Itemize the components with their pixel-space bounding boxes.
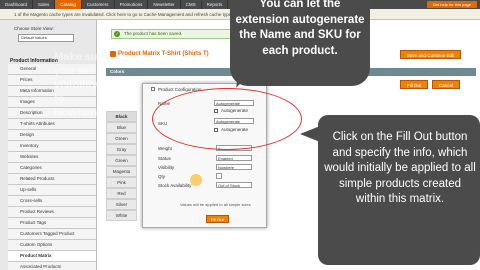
faded-callout: Make sure you set visibility to Nowhere.	[54, 51, 108, 119]
tab-categories[interactable]: Categories	[8, 163, 96, 174]
status-label: Status	[158, 156, 171, 161]
system-message-text: 1 of the Magento cache types are invalid…	[14, 12, 235, 17]
attribute-value[interactable]: White	[106, 210, 137, 221]
page-title: Product Matrix T-Shirt (Shirts T)	[118, 51, 209, 57]
tab-customers-tagged-product[interactable]: Customers Tagged Product	[8, 229, 96, 240]
nav-item-catalog[interactable]: Catalog	[55, 0, 82, 9]
check-icon: ✓	[114, 31, 120, 37]
tab-cross-sells[interactable]: Cross-sells	[8, 196, 96, 207]
top-callout-text: You can let the extension autogenerate t…	[235, 0, 365, 57]
visibility-label: Visibility	[158, 165, 175, 170]
save-continue-button[interactable]: Save and Continue Edit	[400, 50, 462, 59]
attribute-value[interactable]: Red	[106, 188, 137, 199]
cursor-highlight	[190, 174, 202, 186]
tab-custom-options[interactable]: Custom Options	[8, 240, 96, 251]
status-select[interactable]: Enabled	[216, 155, 252, 161]
nav-item-promotions[interactable]: Promotions	[115, 0, 149, 9]
tab-product-reviews[interactable]: Product Reviews	[8, 207, 96, 218]
visibility-select[interactable]: Nowhere	[216, 164, 252, 170]
attribute-value[interactable]: Black	[106, 111, 137, 122]
highlight-circle	[152, 88, 302, 150]
attribute-value[interactable]: Blue	[106, 122, 137, 133]
store-view-label: Choose Store View:	[14, 26, 54, 31]
cancel-button[interactable]: Cancel	[432, 80, 461, 89]
product-icon	[110, 51, 116, 57]
qty-input[interactable]	[216, 173, 222, 179]
popup-note: Values will be applied to all simple siz…	[180, 202, 251, 207]
nav-item-dashboard[interactable]: Dashboard	[0, 0, 34, 9]
tab-tshirts-attributes[interactable]: T-shirts Attributes	[8, 119, 96, 130]
attribute-value[interactable]: Silver	[106, 199, 137, 210]
fill-out-top-button[interactable]: Fill Out	[400, 80, 429, 89]
nav-item-customers[interactable]: Customers	[82, 0, 115, 9]
tab-related-products[interactable]: Related Products	[8, 174, 96, 185]
tab-websites[interactable]: Websites	[8, 152, 96, 163]
tab-product-matrix[interactable]: Product Matrix	[8, 251, 96, 262]
store-view-select[interactable]: Default Values	[18, 34, 74, 42]
tab-design[interactable]: Design	[8, 130, 96, 141]
weight-label: Weight	[158, 146, 172, 151]
right-callout-tail	[300, 126, 320, 142]
nav-item-reports[interactable]: Reports	[202, 0, 229, 9]
tab-associated-products[interactable]: Associated Products	[8, 262, 96, 270]
attribute-value[interactable]: Magenta	[106, 166, 137, 177]
attribute-value[interactable]: Green	[106, 155, 137, 166]
screen: Dashboard Sales Catalog Customers Promot…	[0, 0, 480, 270]
fill-out-button[interactable]: Fill Out	[206, 215, 229, 223]
tab-product-tags[interactable]: Product Tags	[8, 218, 96, 229]
nav-item-cms[interactable]: CMS	[181, 0, 202, 9]
right-callout-text: Click on the Fill Out button and specify…	[324, 131, 476, 205]
popup-checkbox[interactable]	[151, 87, 155, 91]
nav-item-newsletter[interactable]: Newsletter	[148, 0, 181, 9]
tab-up-sells[interactable]: Up-sells	[8, 185, 96, 196]
help-button[interactable]: Get help for this page	[426, 1, 477, 8]
qty-label: Qty	[158, 174, 166, 179]
stock-select[interactable]: Out of Stock	[216, 182, 252, 188]
panel-header-label: Colors	[110, 69, 125, 74]
nav-item-sales[interactable]: Sales	[33, 0, 56, 9]
attribute-value[interactable]: Pink	[106, 177, 137, 188]
attribute-value[interactable]: Gray	[106, 144, 137, 155]
attribute-value[interactable]: Green	[106, 133, 137, 144]
tab-inventory[interactable]: Inventory	[8, 141, 96, 152]
stock-label: Stock Availability	[158, 183, 192, 188]
